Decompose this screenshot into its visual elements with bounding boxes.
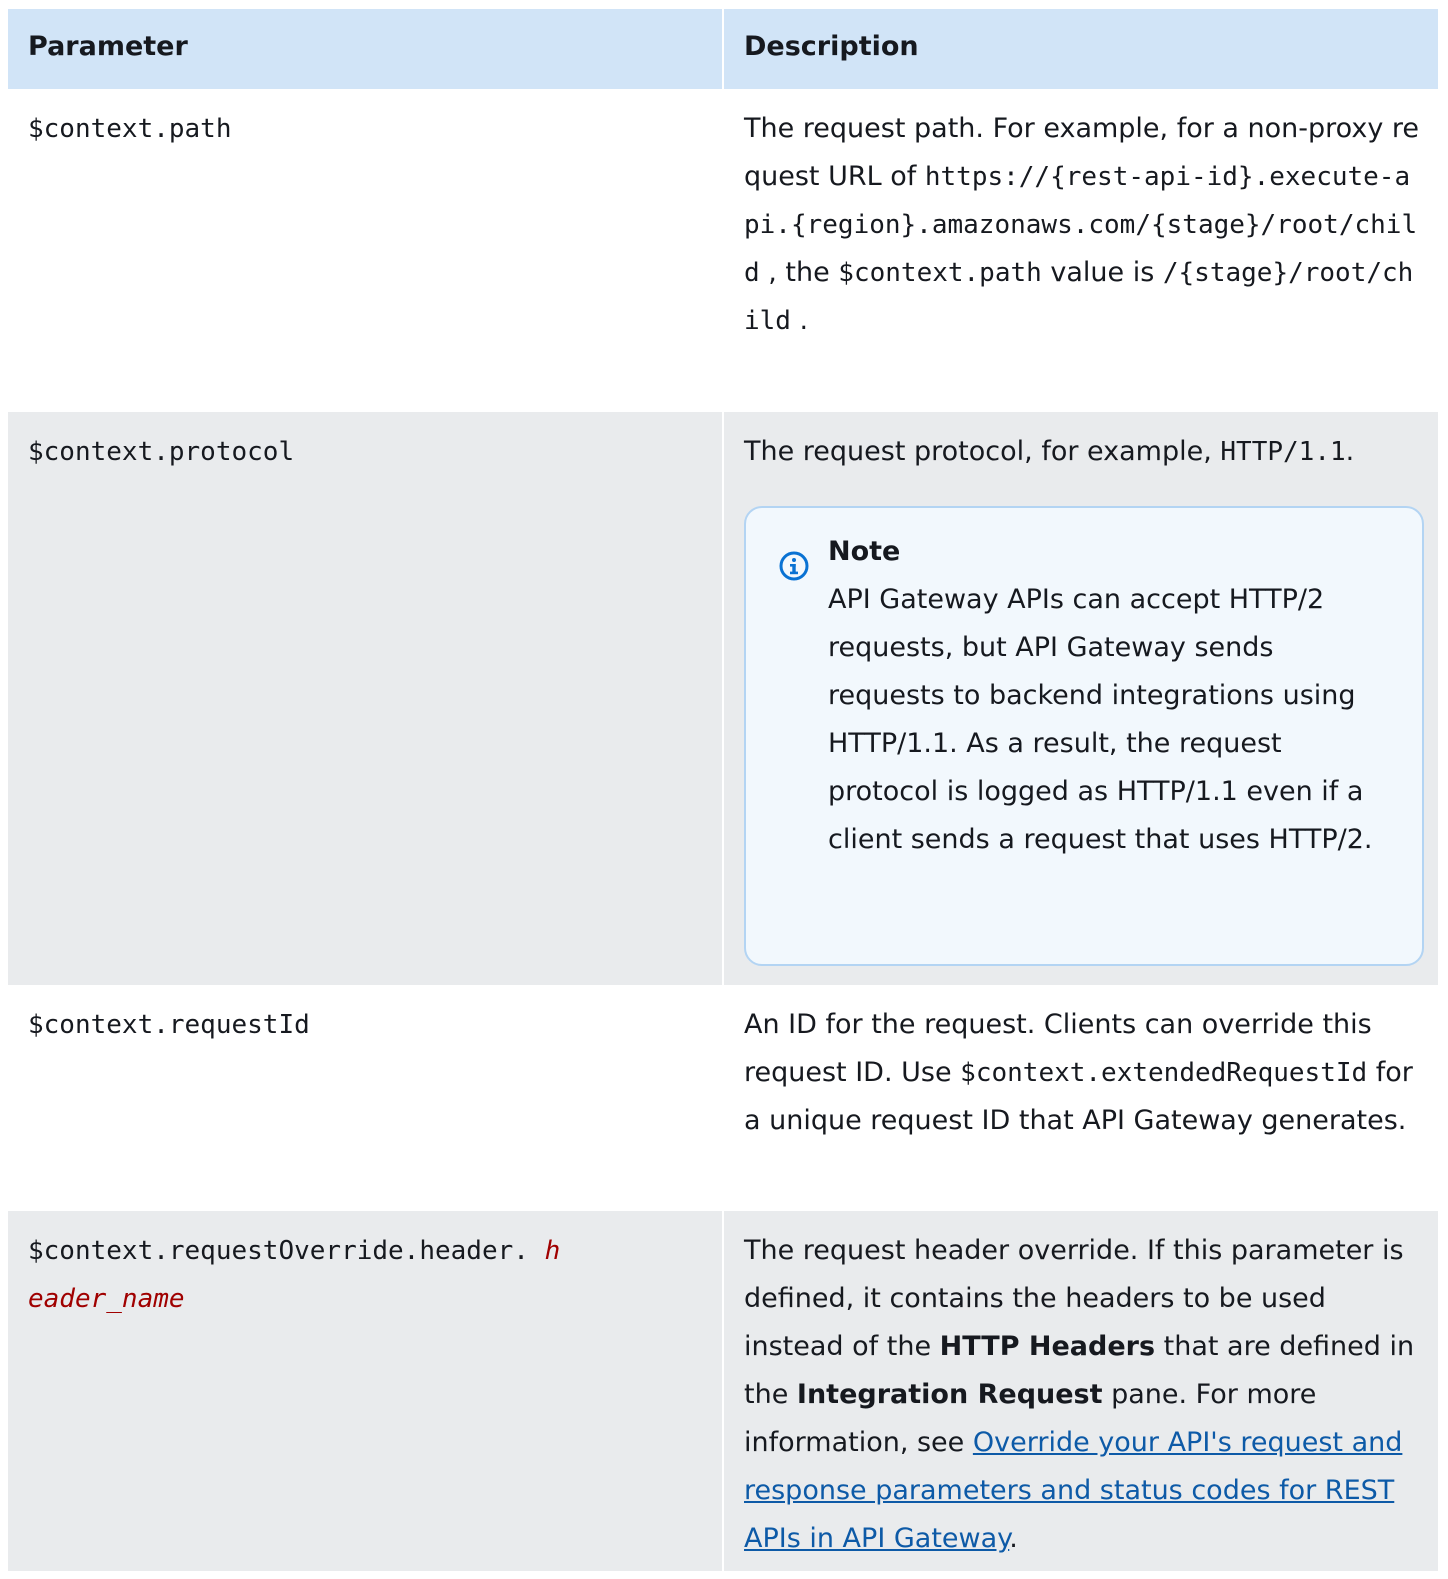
parameter-table: Parameter Description $context.path The … xyxy=(8,9,1438,1571)
desc-bold: HTTP Headers xyxy=(939,1331,1156,1362)
param-description: An ID for the request. Clients can overr… xyxy=(722,985,1438,1211)
header-description: Description xyxy=(722,9,1438,89)
table-row: $context.protocol The request protocol, … xyxy=(8,412,1438,985)
param-name: $context.requestId xyxy=(28,1010,310,1040)
param-description: The request protocol, for example, HTTP/… xyxy=(722,412,1438,985)
param-name-text: $context.requestOverride.header. xyxy=(28,1236,529,1266)
table-row: $context.path The request path. For exam… xyxy=(8,89,1438,412)
desc-text: . xyxy=(790,305,809,336)
param-description: The request path. For example, for a non… xyxy=(722,89,1438,412)
desc-text: . xyxy=(1009,1523,1018,1554)
param-description: The request header override. If this par… xyxy=(722,1211,1438,1571)
table-row: $context.requestOverride.header. header_… xyxy=(8,1211,1438,1571)
desc-bold: Integration Request xyxy=(796,1379,1103,1410)
desc-code: $context.path xyxy=(838,258,1042,288)
param-name: $context.protocol xyxy=(28,437,295,467)
note-callout: Note API Gateway APIs can accept HTTP/2 … xyxy=(744,506,1424,966)
header-parameter: Parameter xyxy=(28,31,188,62)
param-name: $context.requestOverride.header. header_… xyxy=(8,1211,722,1571)
desc-text: value is xyxy=(1041,257,1163,288)
info-icon xyxy=(779,551,809,581)
desc-code: HTTP/1.1 xyxy=(1220,437,1346,467)
table-row: $context.requestId An ID for the request… xyxy=(8,985,1438,1211)
note-body: API Gateway APIs can accept HTTP/2 reque… xyxy=(828,584,1373,855)
desc-text: The request protocol, for example, xyxy=(744,436,1221,467)
desc-text: , the xyxy=(759,257,839,288)
desc-text: . xyxy=(1345,436,1355,467)
table-header: Parameter Description xyxy=(8,9,1438,89)
note-title: Note xyxy=(828,536,901,567)
desc-code: $context.extendedRequestId xyxy=(960,1058,1368,1088)
param-name: $context.path xyxy=(28,114,232,144)
